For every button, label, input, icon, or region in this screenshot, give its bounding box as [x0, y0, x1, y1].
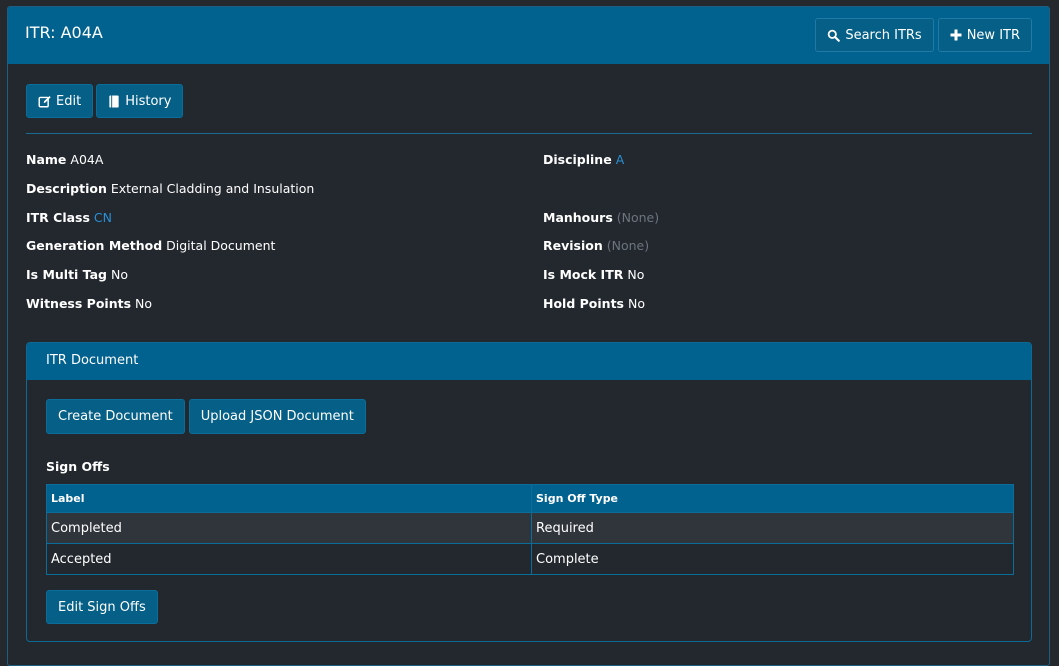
- name-field: Name A04A: [26, 152, 103, 167]
- revision-value: (None): [606, 238, 650, 253]
- generation-method-value: Digital Document: [166, 238, 276, 253]
- witness-points-value: No: [135, 296, 152, 311]
- create-document-button[interactable]: Create Document: [46, 399, 185, 434]
- name-value: A04A: [70, 152, 104, 167]
- new-itr-button[interactable]: New ITR: [937, 18, 1032, 52]
- itr-class-label: ITR Class: [26, 210, 90, 225]
- row-label-cell: Accepted: [46, 543, 532, 575]
- upload-json-document-button[interactable]: Upload JSON Document: [188, 399, 366, 434]
- description-field: Description External Cladding and Insula…: [26, 181, 314, 196]
- name-label: Name: [26, 152, 67, 167]
- manhours-label: Manhours: [543, 210, 613, 225]
- document-actions: Create Document Upload JSON Document: [46, 399, 366, 434]
- is-multi-tag-label: Is Multi Tag: [26, 267, 107, 282]
- column-header-sign-off-type: Sign Off Type: [531, 484, 1014, 513]
- is-multi-tag-field: Is Multi Tag No: [26, 267, 128, 282]
- table-row: Completed Required: [46, 512, 1014, 544]
- hold-points-field: Hold Points No: [543, 296, 645, 311]
- hold-points-value: No: [627, 296, 645, 311]
- manhours-value: (None): [616, 210, 660, 225]
- itr-document-title: ITR Document: [46, 353, 139, 368]
- table-row: Accepted Complete: [46, 543, 1014, 575]
- itr-class-field: ITR Class CN: [26, 210, 112, 225]
- discipline-link[interactable]: A: [616, 152, 625, 167]
- is-mock-itr-value: No: [627, 267, 645, 282]
- is-mock-itr-label: Is Mock ITR: [543, 267, 624, 282]
- search-itrs-label: Search ITRs: [845, 27, 922, 43]
- itr-class-link[interactable]: CN: [94, 210, 112, 225]
- witness-points-label: Witness Points: [26, 296, 132, 311]
- sign-offs-table: Label Sign Off Type Completed Required A…: [46, 484, 1014, 575]
- description-value: External Cladding and Insulation: [110, 181, 315, 196]
- book-icon: [109, 94, 119, 108]
- is-multi-tag-value: No: [110, 267, 128, 282]
- edit-label: Edit: [56, 93, 82, 109]
- plus-icon: [950, 29, 962, 41]
- edit-sign-offs-wrapper: Edit Sign Offs: [46, 590, 158, 624]
- sign-offs-heading: Sign Offs: [46, 459, 110, 474]
- column-header-label: Label: [46, 484, 532, 513]
- row-type-cell: Required: [531, 512, 1014, 544]
- row-label-cell: Completed: [46, 512, 532, 544]
- witness-points-field: Witness Points No: [26, 296, 152, 311]
- edit-button[interactable]: Edit: [26, 84, 94, 118]
- is-mock-itr-field: Is Mock ITR No: [543, 267, 644, 282]
- divider: [26, 133, 1032, 134]
- panel-header: ITR: A04A Search ITRs New ITR: [8, 7, 1049, 64]
- manhours-field: Manhours (None): [543, 210, 659, 225]
- action-toolbar: Edit History: [26, 84, 184, 118]
- search-icon: [828, 29, 841, 42]
- itr-document-header: ITR Document: [27, 343, 1031, 380]
- generation-method-field: Generation Method Digital Document: [26, 238, 275, 253]
- discipline-label: Discipline: [543, 152, 612, 167]
- page-title: ITR: A04A: [25, 23, 103, 42]
- edit-icon: [38, 95, 51, 108]
- description-label: Description: [26, 181, 107, 196]
- history-button[interactable]: History: [96, 84, 184, 118]
- itr-document-panel: ITR Document Create Document Upload JSON…: [26, 342, 1032, 642]
- generation-method-label: Generation Method: [26, 238, 163, 253]
- itr-panel: ITR: A04A Search ITRs New ITR Edit Histo…: [7, 6, 1050, 666]
- hold-points-label: Hold Points: [543, 296, 624, 311]
- table-header-row: Label Sign Off Type: [46, 484, 1014, 513]
- row-type-cell: Complete: [531, 543, 1014, 575]
- history-label: History: [125, 93, 172, 109]
- edit-sign-offs-button[interactable]: Edit Sign Offs: [46, 590, 158, 624]
- search-itrs-button[interactable]: Search ITRs: [815, 18, 934, 52]
- discipline-field: Discipline A: [543, 152, 624, 167]
- revision-label: Revision: [543, 238, 603, 253]
- new-itr-label: New ITR: [966, 27, 1020, 43]
- header-actions: Search ITRs New ITR: [815, 18, 1032, 52]
- revision-field: Revision (None): [543, 238, 649, 253]
